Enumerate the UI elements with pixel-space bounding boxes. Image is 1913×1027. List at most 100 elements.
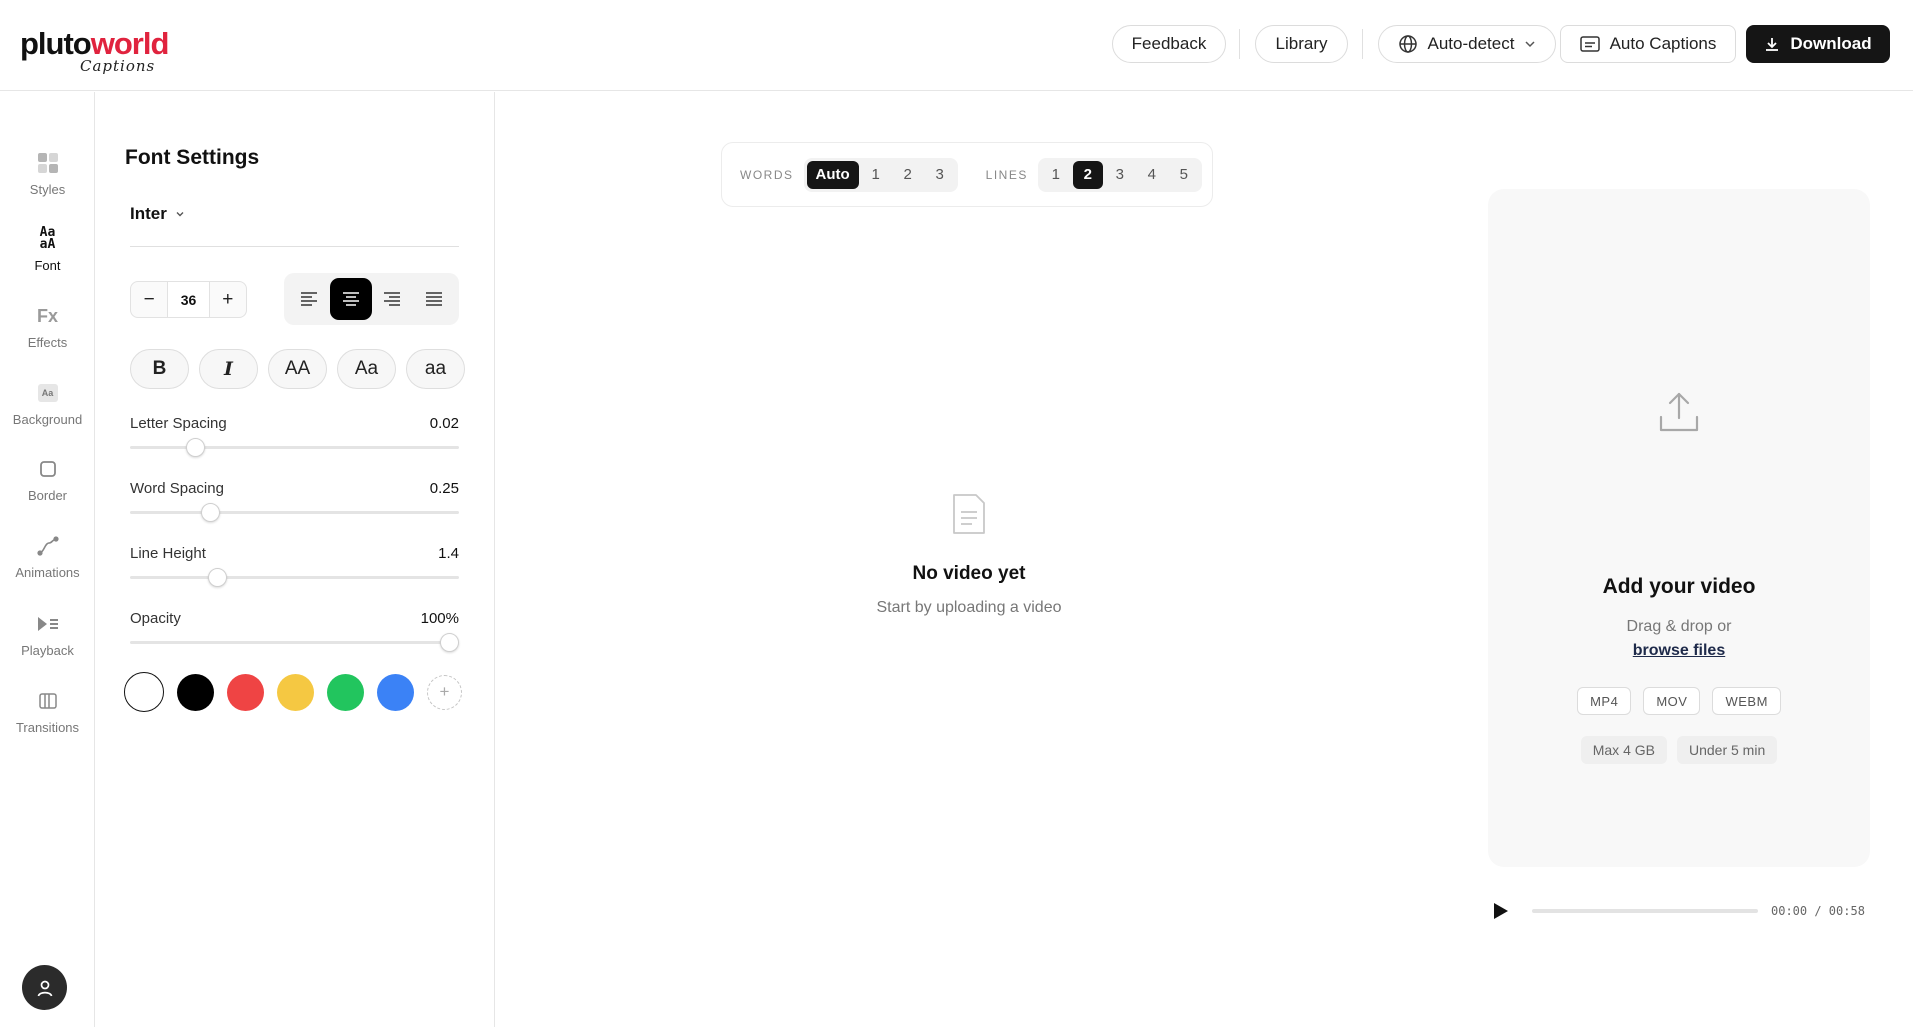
text-align-group xyxy=(284,273,459,325)
upload-limits: Max 4 GB Under 5 min xyxy=(1488,736,1870,764)
lines-label: LINES xyxy=(985,167,1028,182)
format-badge: WEBM xyxy=(1712,687,1781,715)
rail-item-effects[interactable]: Fx Effects xyxy=(0,303,95,373)
feedback-button[interactable]: Feedback xyxy=(1112,25,1226,63)
color-swatch-green[interactable] xyxy=(327,673,364,711)
rail-label: Effects xyxy=(27,335,68,350)
auto-captions-button[interactable]: Auto Captions xyxy=(1560,25,1736,63)
rail-item-font[interactable]: Aa aA Font xyxy=(0,226,95,296)
lowercase-button[interactable]: aa xyxy=(406,349,465,389)
rail-item-playback[interactable]: Playback xyxy=(0,611,95,681)
slider-thumb[interactable] xyxy=(201,503,221,522)
line-height-slider[interactable]: Line Height 1.4 xyxy=(130,545,459,595)
font-size-stepper: − 36 + xyxy=(130,281,247,318)
opacity-slider[interactable]: Opacity 100% xyxy=(130,610,459,660)
slider-thumb[interactable] xyxy=(185,438,205,457)
lines-option-3[interactable]: 3 xyxy=(1105,161,1135,189)
slider-track[interactable] xyxy=(130,576,459,579)
logo-wordmark: plutoworld xyxy=(20,26,169,61)
video-preview-panel: Add your video Drag & drop or browse fil… xyxy=(1443,92,1913,1027)
divider xyxy=(1239,29,1240,59)
color-swatch-red[interactable] xyxy=(227,673,264,711)
border-icon xyxy=(35,456,61,482)
slider-track[interactable] xyxy=(130,446,459,449)
align-left-icon xyxy=(300,292,317,306)
words-label: WORDS xyxy=(740,167,794,182)
lines-option-4[interactable]: 4 xyxy=(1137,161,1167,189)
globe-icon xyxy=(1398,35,1417,53)
video-dropzone[interactable]: Add your video Drag & drop or browse fil… xyxy=(1488,189,1870,867)
playback-icon xyxy=(35,611,61,637)
download-icon xyxy=(1766,38,1779,51)
align-right-button[interactable] xyxy=(372,278,414,320)
align-left-button[interactable] xyxy=(288,278,330,320)
play-icon[interactable] xyxy=(1493,902,1509,920)
animations-icon xyxy=(35,533,61,559)
italic-button[interactable]: I xyxy=(199,349,258,389)
words-option-1[interactable]: 1 xyxy=(861,161,891,189)
font-family-select[interactable]: Inter xyxy=(130,204,185,224)
color-swatch-yellow[interactable] xyxy=(277,673,314,711)
letter-spacing-slider[interactable]: Letter Spacing 0.02 xyxy=(130,415,459,465)
user-avatar[interactable] xyxy=(22,965,67,1010)
dropzone-title: Add your video xyxy=(1602,575,1756,598)
words-option-auto[interactable]: Auto xyxy=(806,160,859,189)
lines-option-5[interactable]: 5 xyxy=(1169,161,1199,189)
limit-badge: Max 4 GB xyxy=(1580,736,1667,764)
rail-item-transitions[interactable]: Transitions xyxy=(0,688,95,758)
align-justify-icon xyxy=(426,292,443,306)
font-settings-panel: Font Settings Inter − 36 + B I AA Aa aa … xyxy=(96,92,495,1027)
color-swatch-black[interactable] xyxy=(177,673,214,711)
font-size-value[interactable]: 36 xyxy=(167,282,210,317)
background-icon: Aa xyxy=(35,380,61,406)
words-chip-group: Auto 1 2 3 xyxy=(803,157,958,192)
logo-subtitle: Captions xyxy=(80,57,156,75)
slider-thumb[interactable] xyxy=(440,633,459,652)
decrease-size-button[interactable]: − xyxy=(131,282,167,317)
rail-label: Border xyxy=(27,488,68,503)
add-color-button[interactable]: + xyxy=(427,674,462,710)
slider-label: Line Height xyxy=(130,545,206,562)
word-spacing-slider[interactable]: Word Spacing 0.25 xyxy=(130,480,459,530)
progress-bar[interactable] xyxy=(1532,909,1758,913)
rail-item-background[interactable]: Aa Background xyxy=(0,380,95,450)
slider-track[interactable] xyxy=(130,641,459,644)
library-button[interactable]: Library xyxy=(1255,25,1348,63)
align-center-button[interactable] xyxy=(329,278,372,320)
color-swatches: + xyxy=(124,672,462,712)
browse-files-link-wrap: browse files xyxy=(1488,642,1870,660)
words-option-2[interactable]: 2 xyxy=(893,161,923,189)
slider-value: 0.02 xyxy=(429,415,459,432)
caption-editor-area: WORDS Auto 1 2 3 LINES 1 2 3 4 5 No vide… xyxy=(496,92,1442,1027)
slider-thumb[interactable] xyxy=(207,568,227,587)
color-swatch-white[interactable] xyxy=(124,672,164,712)
align-justify-button[interactable] xyxy=(413,278,455,320)
color-swatch-blue[interactable] xyxy=(377,673,414,711)
transitions-icon xyxy=(35,688,61,714)
language-select[interactable]: Auto-detect xyxy=(1378,25,1556,63)
bold-button[interactable]: B xyxy=(130,349,189,389)
download-button[interactable]: Download xyxy=(1746,25,1890,63)
align-right-icon xyxy=(384,292,401,306)
video-player-controls: 00:00 / 00:58 xyxy=(1493,896,1873,926)
chevron-down-icon xyxy=(176,212,184,217)
increase-size-button[interactable]: + xyxy=(210,282,246,317)
align-center-icon xyxy=(342,292,359,306)
uppercase-button[interactable]: AA xyxy=(268,349,327,389)
words-lines-toolbar: WORDS Auto 1 2 3 LINES 1 2 3 4 5 xyxy=(721,142,1213,207)
rail-item-styles[interactable]: Styles xyxy=(0,150,95,220)
slider-track[interactable] xyxy=(130,511,459,514)
lines-chip-group: 1 2 3 4 5 xyxy=(1037,157,1202,192)
panel-title: Font Settings xyxy=(125,146,260,169)
font-family-value: Inter xyxy=(130,204,167,223)
browse-files-link[interactable]: browse files xyxy=(1633,642,1725,659)
logo[interactable]: plutoworld Captions xyxy=(20,26,169,75)
lines-option-2[interactable]: 2 xyxy=(1072,160,1103,189)
rail-label: Styles xyxy=(29,182,66,197)
limit-badge: Under 5 min xyxy=(1676,736,1778,764)
capitalize-button[interactable]: Aa xyxy=(337,349,396,389)
words-option-3[interactable]: 3 xyxy=(925,161,955,189)
lines-option-1[interactable]: 1 xyxy=(1041,161,1071,189)
rail-item-border[interactable]: Border xyxy=(0,456,95,526)
rail-item-animations[interactable]: Animations xyxy=(0,533,95,603)
